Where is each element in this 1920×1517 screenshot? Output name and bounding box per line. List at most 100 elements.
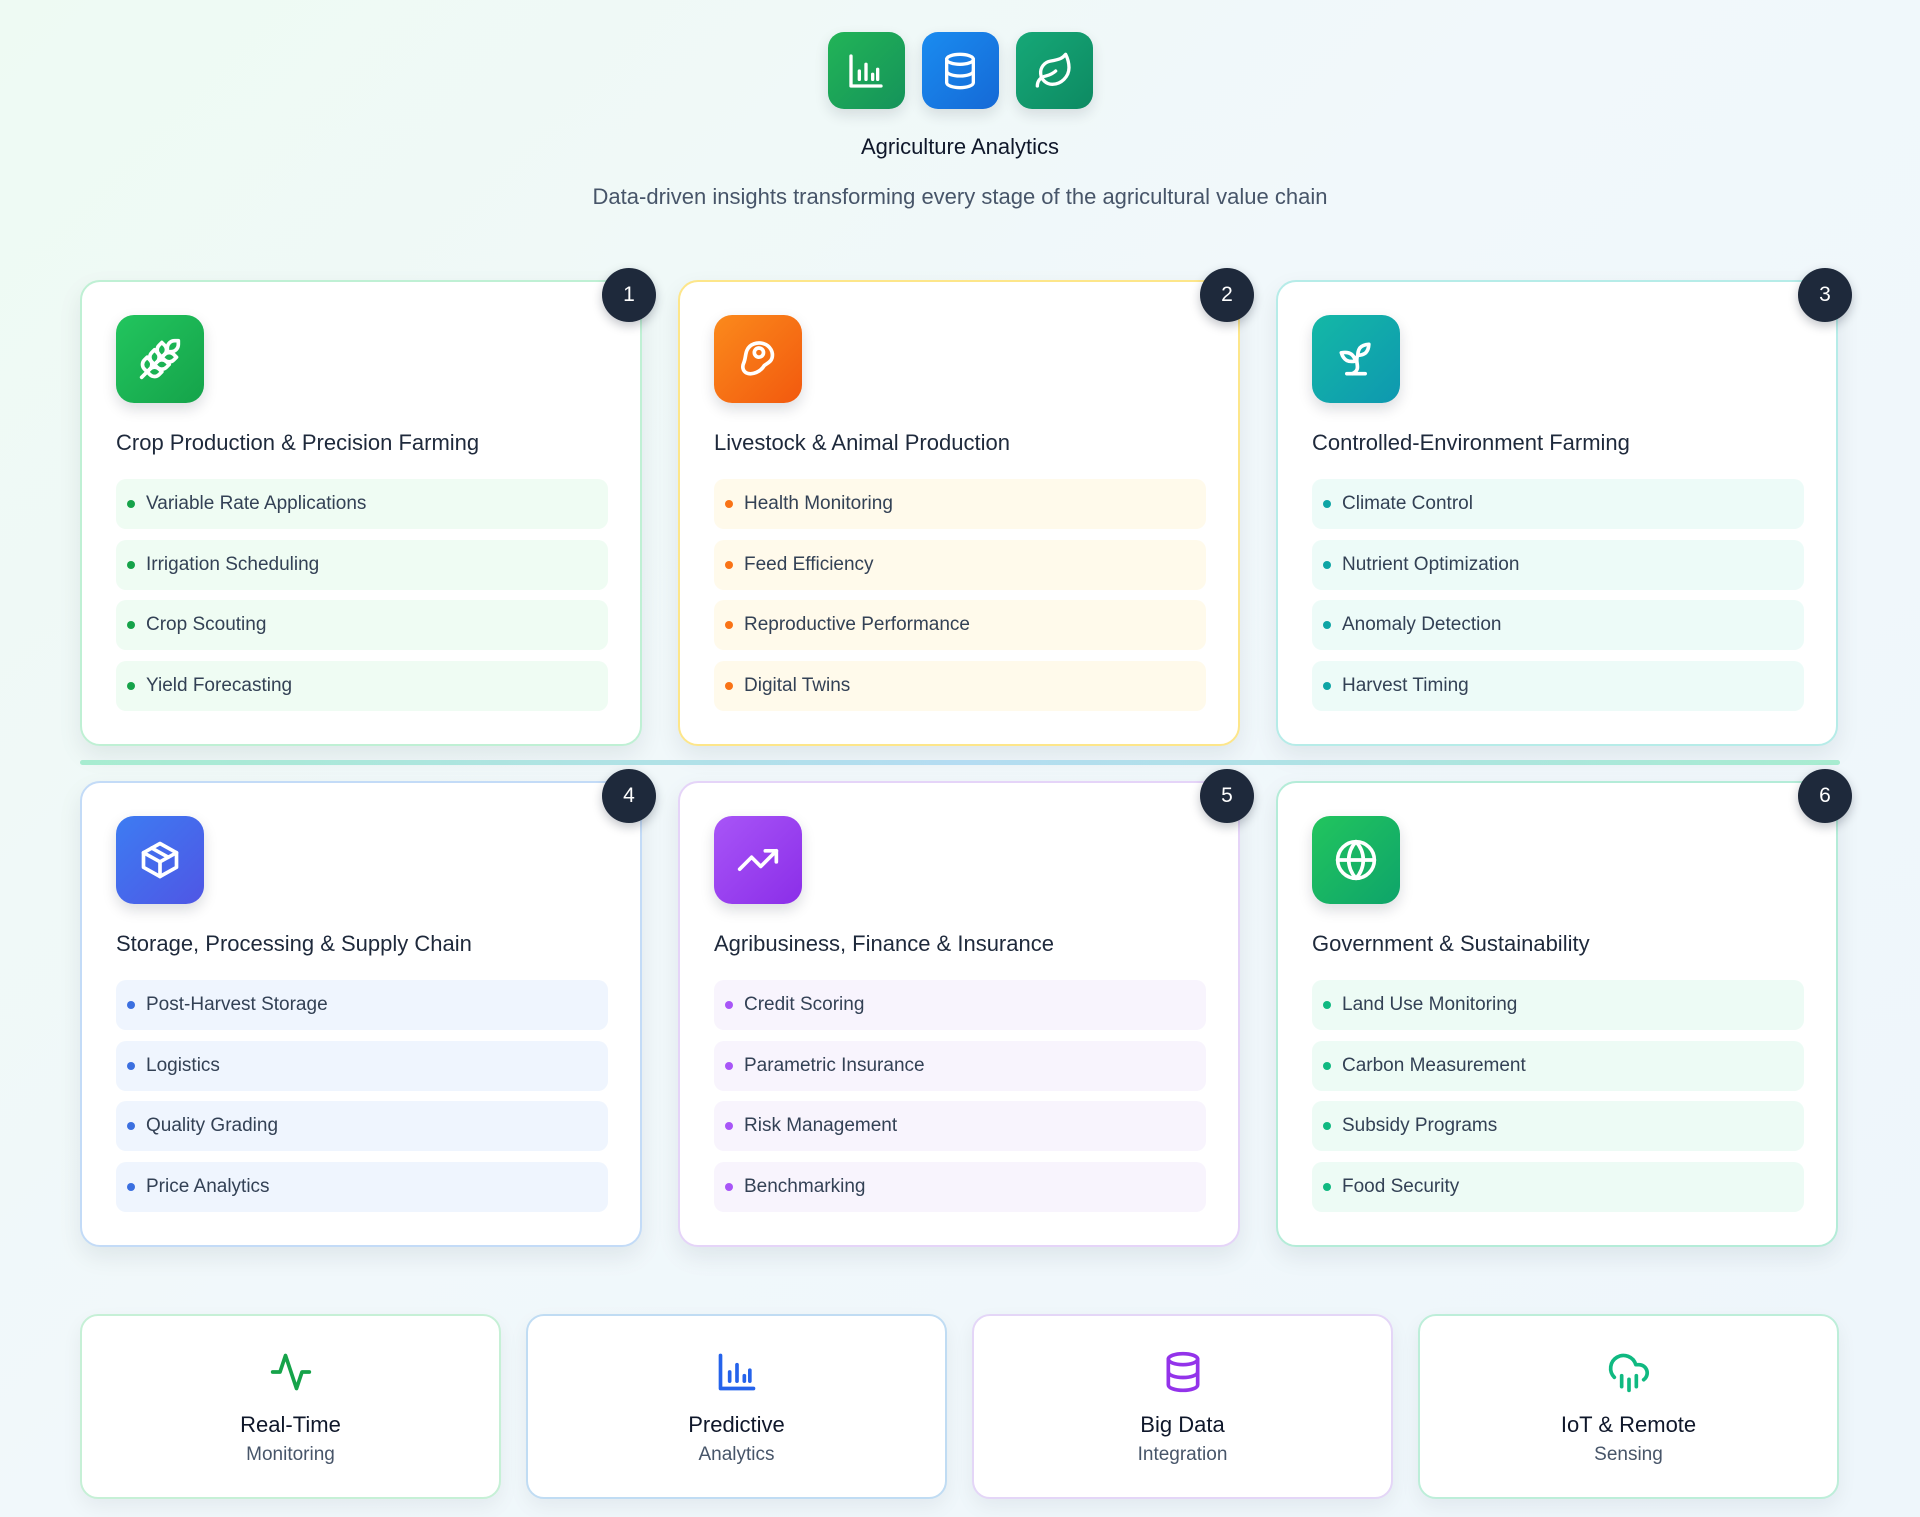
bullet-dot (1323, 621, 1331, 629)
list-item[interactable]: Feed Efficiency (714, 539, 1206, 590)
list-item[interactable]: Logistics (116, 1040, 608, 1091)
list-item[interactable]: Post-Harvest Storage (116, 980, 608, 1030)
list-item[interactable]: Subsidy Programs (1312, 1101, 1804, 1151)
bullet-dot (725, 560, 733, 569)
item-label: Feed Efficiency (744, 553, 874, 575)
bullet-dot (725, 1001, 733, 1009)
list-item[interactable]: Nutrient Optimization (1312, 539, 1804, 590)
card-storage-supply-chain[interactable]: 4 Storage, Processing & Supply Chain Pos… (80, 769, 656, 1247)
sprout-icon (1312, 315, 1400, 403)
feature-title: Big Data (1140, 1412, 1225, 1437)
bullet-dot (1323, 1122, 1331, 1130)
list-item[interactable]: Harvest Timing (1312, 660, 1804, 711)
item-label: Harvest Timing (1342, 674, 1469, 696)
bullet-dot (725, 621, 733, 629)
database-icon (974, 1350, 1391, 1394)
item-label: Anomaly Detection (1342, 614, 1502, 635)
card-title: Agribusiness, Finance & Insurance (714, 931, 1054, 956)
feature-big-data[interactable]: Big Data Integration (972, 1314, 1393, 1499)
card-title: Crop Production & Precision Farming (116, 430, 480, 455)
step-badge: 1 (602, 268, 656, 322)
list-item[interactable]: Reproductive Performance (714, 600, 1206, 650)
bullet-dot (127, 1061, 135, 1070)
database-icon (921, 32, 999, 109)
card-livestock[interactable]: 2 Livestock & Animal Production Health M… (678, 268, 1254, 746)
item-label: Risk Management (744, 1115, 898, 1136)
wheat-icon (116, 315, 204, 403)
bullet-dot (725, 1122, 733, 1130)
activity-icon (82, 1350, 499, 1394)
list-item[interactable]: Benchmarking (714, 1161, 1206, 1212)
item-label: Benchmarking (744, 1175, 866, 1197)
item-list: Land Use Monitoring Carbon Measurement S… (1312, 980, 1804, 1222)
bullet-dot (127, 560, 135, 569)
list-item[interactable]: Crop Scouting (116, 600, 608, 650)
list-item[interactable]: Parametric Insurance (714, 1040, 1206, 1091)
list-item[interactable]: Price Analytics (116, 1161, 608, 1212)
bullet-dot (1323, 1182, 1331, 1191)
feature-title: Real-Time (240, 1412, 341, 1437)
list-item[interactable]: Yield Forecasting (116, 660, 608, 711)
bullet-dot (127, 621, 135, 629)
bullet-dot (127, 1182, 135, 1191)
item-list: Post-Harvest Storage Logistics Quality G… (116, 980, 608, 1222)
steak-icon (714, 315, 802, 403)
bullet-dot (725, 681, 733, 690)
leaf-icon (1015, 32, 1093, 109)
item-label: Quality Grading (146, 1115, 279, 1136)
row-divider (80, 760, 1840, 765)
list-item[interactable]: Irrigation Scheduling (116, 539, 608, 590)
item-list: Health Monitoring Feed Efficiency Reprod… (714, 479, 1206, 721)
step-badge: 4 (602, 769, 656, 823)
list-item[interactable]: Health Monitoring (714, 479, 1206, 529)
page-title: Agriculture Analytics (860, 134, 1060, 159)
bullet-dot (1323, 1001, 1331, 1009)
item-list: Climate Control Nutrient Optimization An… (1312, 479, 1804, 721)
trending-up-icon (714, 816, 802, 904)
feature-real-time[interactable]: Real-Time Monitoring (80, 1314, 501, 1499)
feature-predictive[interactable]: Predictive Analytics (526, 1314, 947, 1499)
bullet-dot (1323, 681, 1331, 690)
cloud-rain-icon (1420, 1350, 1837, 1394)
feature-title: Predictive (688, 1412, 785, 1437)
list-item[interactable]: Credit Scoring (714, 980, 1206, 1030)
list-item[interactable]: Food Security (1312, 1161, 1804, 1212)
item-label: Food Security (1342, 1175, 1460, 1197)
list-item[interactable]: Variable Rate Applications (116, 479, 608, 529)
item-label: Land Use Monitoring (1342, 994, 1518, 1015)
item-label: Irrigation Scheduling (146, 553, 320, 575)
item-label: Variable Rate Applications (146, 493, 367, 514)
list-item[interactable]: Anomaly Detection (1312, 600, 1804, 650)
globe-icon (1312, 816, 1400, 904)
card-title: Storage, Processing & Supply Chain (116, 931, 472, 956)
list-item[interactable]: Digital Twins (714, 660, 1206, 711)
bullet-dot (725, 1182, 733, 1191)
list-item[interactable]: Climate Control (1312, 479, 1804, 529)
feature-title: IoT & Remote (1560, 1412, 1697, 1437)
bullet-dot (1323, 1061, 1331, 1070)
feature-iot-remote[interactable]: IoT & Remote Sensing (1418, 1314, 1839, 1499)
list-item[interactable]: Land Use Monitoring (1312, 980, 1804, 1030)
card-government-sustainability[interactable]: 6 Government & Sustainability Land Use M… (1276, 769, 1852, 1247)
card-agribusiness-finance[interactable]: 5 Agribusiness, Finance & Insurance Cred… (678, 769, 1254, 1247)
list-item[interactable]: Risk Management (714, 1101, 1206, 1151)
bullet-dot (725, 500, 733, 508)
item-label: Subsidy Programs (1342, 1115, 1498, 1136)
feature-subtitle: Analytics (698, 1444, 775, 1465)
bullet-dot (127, 500, 135, 508)
step-badge: 6 (1798, 769, 1852, 823)
list-item[interactable]: Carbon Measurement (1312, 1040, 1804, 1091)
item-label: Credit Scoring (744, 994, 865, 1015)
step-badge: 2 (1200, 268, 1254, 322)
package-icon (116, 816, 204, 904)
list-item[interactable]: Quality Grading (116, 1101, 608, 1151)
feature-subtitle: Integration (1137, 1444, 1228, 1465)
card-controlled-environment[interactable]: 3 Controlled-Environment Farming Climate… (1276, 268, 1852, 746)
header: Agriculture Analytics Data-driven insigh… (0, 0, 1920, 230)
bullet-dot (127, 1122, 135, 1130)
card-title: Livestock & Animal Production (714, 430, 1010, 455)
item-label: Logistics (146, 1054, 220, 1076)
card-crop-production[interactable]: 1 Crop Production & Precision Farming Va… (80, 268, 656, 746)
item-label: Yield Forecasting (146, 674, 293, 696)
feature-subtitle: Monitoring (246, 1444, 335, 1465)
